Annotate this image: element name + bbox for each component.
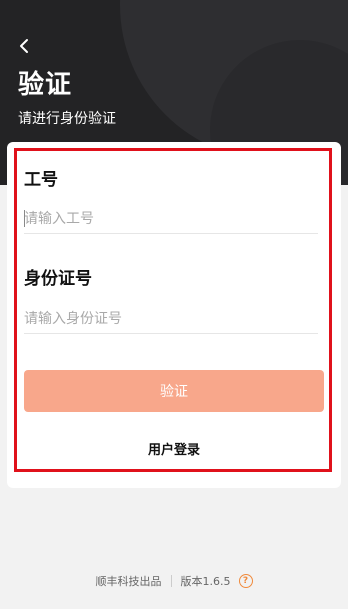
footer-divider (170, 575, 172, 587)
employee-id-input[interactable] (24, 204, 318, 234)
verify-button[interactable]: 验证 (24, 370, 324, 412)
question-circle-icon[interactable]: ? (238, 574, 253, 588)
footer: 顺丰科技出品 版本1.6.5 ? (0, 573, 348, 589)
chevron-left-icon (20, 39, 28, 53)
id-card-input[interactable] (24, 304, 318, 334)
user-login-link[interactable]: 用户登录 (0, 439, 348, 458)
brand-text: 顺丰科技出品 (95, 575, 162, 588)
verification-page: 验证 请进行身份验证 工号 身份证号 验证 用户登录 顺丰科技出品 版本1.6.… (0, 0, 348, 609)
text-cursor (24, 210, 25, 227)
back-button[interactable] (12, 34, 36, 58)
employee-id-label: 工号 (24, 170, 58, 190)
version-text: 版本1.6.5 (180, 575, 231, 588)
id-card-label: 身份证号 (24, 269, 92, 289)
page-title: 验证 (18, 70, 73, 100)
page-subtitle: 请进行身份验证 (18, 111, 116, 127)
